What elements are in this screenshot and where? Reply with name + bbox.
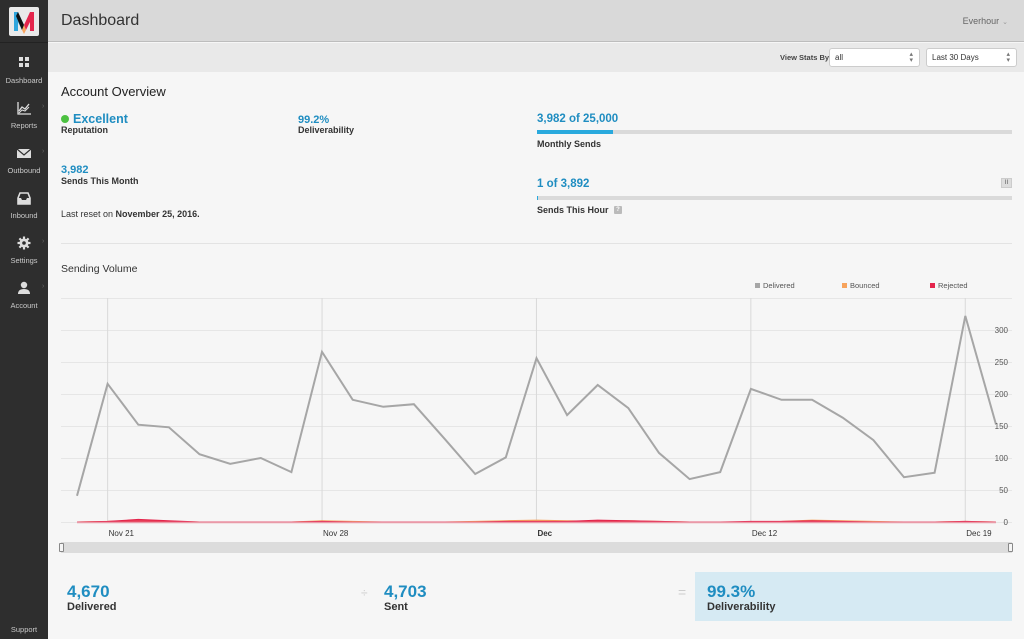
y-tick-label: 250 [995,358,1009,367]
toolbar: View Stats By: all ▴ ▾ Last 30 Days ▴ ▾ [48,43,1024,72]
view-stats-label: View Stats By: [780,53,832,62]
legend-swatch [930,283,935,288]
logo[interactable] [9,7,39,36]
sidebar-item-label: Account [10,301,38,310]
stats-by-select[interactable]: all ▴ ▾ [829,48,920,67]
x-tick-label: Nov 21 [109,529,135,538]
envelope-icon [16,148,32,158]
divide-icon: ÷ [361,586,368,600]
select-arrows-icon: ▴ ▾ [1006,51,1010,64]
date-range-value: Last 30 Days [932,53,979,62]
sidebar-item-label: Outbound [7,166,41,175]
inbox-icon [17,192,31,205]
y-tick-label: 0 [1004,518,1009,527]
chevron-down-icon: ⌄ [1002,19,1008,26]
summary-deliverability-value: 99.3% [707,582,756,601]
x-tick-label: Nov 28 [323,529,349,538]
pause-button[interactable]: II [1001,178,1012,188]
user-menu[interactable]: Everhour ⌄ [963,16,1008,26]
grid-icon [19,57,29,67]
navigator-handle-right[interactable] [1008,543,1013,552]
sidebar-item-label: Inbound [10,211,38,220]
legend-label: Bounced [850,281,880,290]
last-reset-prefix: Last reset on [61,209,114,219]
stats-by-value: all [835,53,844,62]
date-range-select[interactable]: Last 30 Days ▴ ▾ [926,48,1017,67]
sends-this-hour-value: 1 of 3,892 [537,178,590,190]
monthly-sends-label: Monthly Sends [537,139,602,149]
legend-swatch [755,283,760,288]
x-tick-label: Dec 12 [752,529,778,538]
summary-delivered-value: 4,670 [67,582,110,601]
x-tick-label: Dec 19 [966,529,992,538]
chevron-right-icon: › [42,148,45,155]
support-link[interactable]: Support [0,625,48,634]
sidebar: Dashboard › Reports › Outbound Inbound ›… [0,0,48,639]
summary-delivered-label: Delivered [67,601,117,613]
sidebar-item-account[interactable]: › Account [0,277,48,321]
x-tick-label: Dec [537,529,552,538]
sidebar-item-inbound[interactable]: Inbound [0,187,48,231]
equals-icon: = [678,584,687,600]
y-tick-label: 100 [995,454,1009,463]
legend-label: Rejected [938,281,968,290]
monthly-sends-progress [537,130,1012,134]
sends-this-hour-progress [537,196,1012,200]
sidebar-item-reports[interactable]: › Reports [0,97,48,141]
sidebar-item-outbound[interactable]: › Outbound [0,142,48,186]
user-name: Everhour [962,16,1000,26]
page-title: Dashboard [61,12,140,29]
sidebar-item-settings[interactable]: › Settings [0,232,48,276]
summary-deliverability-label: Deliverability [707,601,776,613]
status-dot-icon [61,115,69,123]
chevron-right-icon: › [42,238,45,245]
reputation-value: Excellent [73,112,128,126]
y-tick-label: 300 [995,326,1009,335]
range-navigator[interactable] [61,542,1012,553]
header: Dashboard Everhour ⌄ [48,0,1024,42]
y-tick-label: 150 [995,422,1009,431]
user-icon [18,281,30,294]
monthly-sends-progress-fill [537,130,613,134]
summary-sent-value: 4,703 [384,582,427,601]
sends-this-month-value: 3,982 [61,164,89,176]
help-icon[interactable]: ? [614,206,622,214]
legend-item-rejected[interactable]: Rejected [930,281,968,290]
m-logo-icon [14,12,34,34]
account-overview-title: Account Overview [61,84,166,99]
reputation-label: Reputation [61,125,108,135]
section-divider [61,243,1012,244]
last-reset-date: November 25, 2016. [115,209,200,219]
sidebar-item-dashboard[interactable]: Dashboard [0,52,48,96]
sidebar-item-label: Dashboard [5,76,43,85]
legend-item-bounced[interactable]: Bounced [842,281,880,290]
select-arrows-icon: ▴ ▾ [909,51,913,64]
legend-item-delivered[interactable]: Delivered [755,281,795,290]
series-area-rejected [76,518,996,523]
chevron-right-icon: › [42,103,45,110]
series-line-delivered [76,315,997,497]
y-tick-label: 50 [999,486,1008,495]
sending-volume-title: Sending Volume [61,263,138,275]
sidebar-item-label: Settings [10,256,38,265]
navigator-handle-left[interactable] [59,543,64,552]
chart-icon [17,102,31,115]
sidebar-item-label: Reports [10,121,38,130]
legend-swatch [842,283,847,288]
sends-this-month-label: Sends This Month [61,176,139,186]
y-tick-label: 200 [995,390,1009,399]
series-area-bounced [76,519,996,523]
legend-label: Delivered [763,281,795,290]
sidebar-divider [0,42,48,43]
sends-this-hour-label: Sends This Hour [537,205,609,215]
chevron-right-icon: › [42,283,45,290]
summary-sent-label: Sent [384,601,408,613]
monthly-sends-value: 3,982 of 25,000 [537,113,619,125]
gear-icon [17,236,31,250]
deliverability-label: Deliverability [298,125,355,135]
last-reset-text: Last reset on November 25, 2016. [61,209,200,219]
